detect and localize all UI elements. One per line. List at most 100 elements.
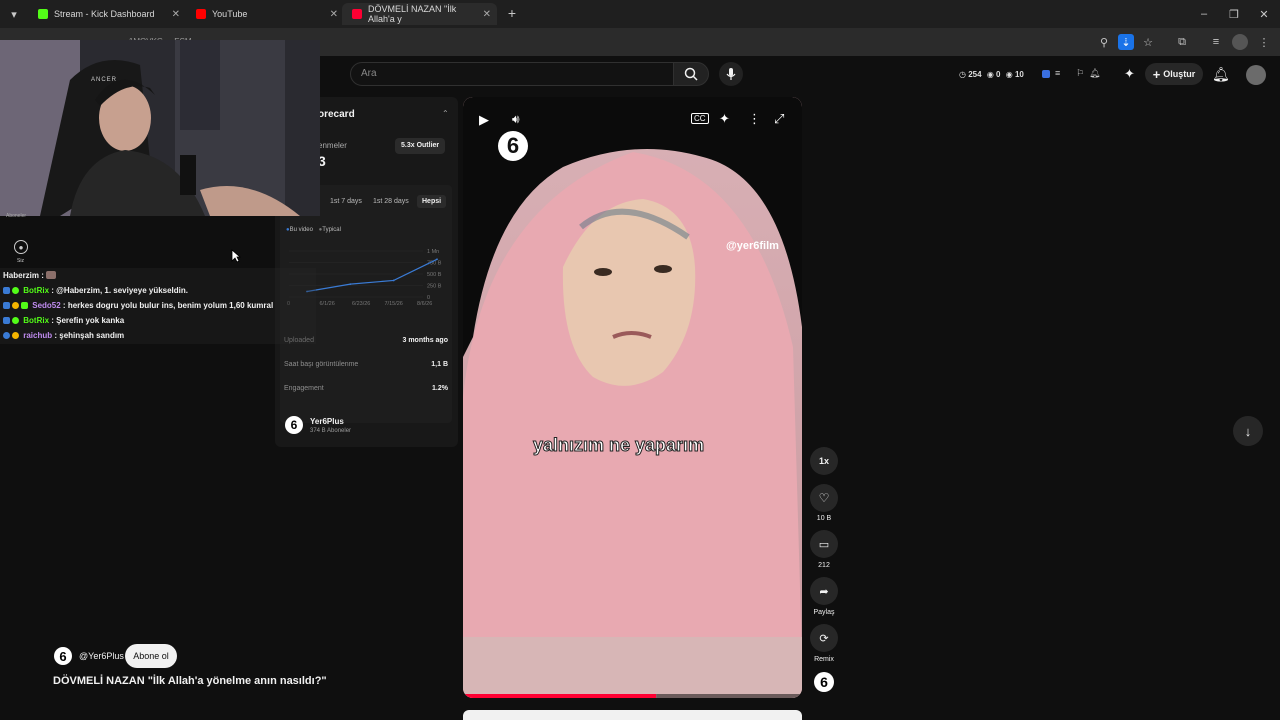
shorts-video-player[interactable]: ▶ 🔊︎ CC ✦ ⋮ ⤢ 6 @yer6film yalnızım ne ya… bbox=[463, 97, 802, 698]
x-tick-label: 8/6/26 bbox=[417, 301, 432, 307]
you-account-icon[interactable]: ● bbox=[14, 240, 28, 254]
chat-username: BotRix bbox=[23, 286, 50, 295]
close-icon[interactable]: ✕ bbox=[483, 9, 491, 20]
chat-text: Şerefin yok kanka bbox=[56, 316, 125, 325]
mouse-cursor-icon bbox=[231, 249, 241, 263]
channel-logo[interactable]: 6 bbox=[54, 647, 72, 665]
speed-label: 1x bbox=[818, 456, 829, 466]
y-tick-label: 500 B bbox=[427, 272, 442, 278]
chat-message: raichub : şehinşah sandım bbox=[3, 331, 124, 340]
media-control-icon[interactable]: ≡ bbox=[1208, 34, 1224, 50]
account-avatar[interactable] bbox=[1246, 65, 1266, 85]
play-icon[interactable]: ▶ bbox=[479, 112, 489, 128]
volume-icon[interactable]: 🔊︎ bbox=[512, 112, 520, 127]
eyes-stat: 10 bbox=[1014, 70, 1024, 79]
remix-icon: ⟳ bbox=[819, 632, 829, 645]
tab-title: YouTube bbox=[212, 9, 248, 19]
outlier-badge: 5.3x Outlier bbox=[395, 138, 446, 154]
close-icon[interactable]: ✕ bbox=[172, 9, 180, 20]
fullscreen-icon[interactable]: ⤢ bbox=[774, 111, 784, 127]
kick-icon bbox=[38, 9, 48, 19]
chat-text: şehinşah sandım bbox=[59, 331, 125, 340]
maximize-icon[interactable]: ❐ bbox=[1226, 6, 1242, 22]
range-tab-all[interactable]: Hepsi bbox=[417, 195, 447, 208]
bell-small-icon[interactable]: 🔔︎ bbox=[1089, 68, 1100, 79]
extensions-icon[interactable]: ⧉ bbox=[1174, 34, 1190, 50]
close-icon[interactable]: ✕ bbox=[330, 9, 338, 20]
captions-icon[interactable]: CC bbox=[691, 113, 709, 124]
browser-menu-icon[interactable]: ⋮ bbox=[1256, 34, 1272, 50]
share-button[interactable]: ➦ bbox=[810, 577, 838, 605]
tab-title: Stream - Kick Dashboard bbox=[54, 9, 155, 19]
profile-avatar[interactable] bbox=[1232, 34, 1248, 50]
notifications-icon[interactable]: 🔔︎ bbox=[1212, 66, 1230, 83]
plus-icon: + bbox=[1152, 66, 1161, 82]
panel-channel-logo[interactable]: 6 bbox=[285, 416, 303, 434]
subscriptions-caption: Aboneler bbox=[6, 213, 27, 219]
sound-channel-logo[interactable]: 6 bbox=[814, 672, 834, 692]
row-label: Saat başı görüntülenme bbox=[284, 361, 359, 368]
range-tab-28days[interactable]: 1st 28 days bbox=[373, 198, 409, 205]
header-stats: ◷ 254 ◉ 0 ◉ 10 bbox=[959, 70, 1024, 79]
you-label[interactable]: Siz bbox=[17, 258, 24, 264]
chat-username: Haberzim bbox=[3, 271, 40, 280]
eye-icon: ◉ bbox=[1005, 70, 1013, 79]
next-video-button[interactable]: ↓ bbox=[1233, 416, 1263, 446]
sparkle-icon[interactable]: ✦ bbox=[1124, 66, 1135, 82]
search-button[interactable] bbox=[673, 62, 709, 86]
chat-message: Sedo52 : herkes dogru yolu bulur ins, be… bbox=[3, 301, 273, 310]
extension-badge-icon[interactable] bbox=[1042, 70, 1050, 78]
like-button[interactable]: ♡ bbox=[810, 484, 838, 512]
more-options-icon[interactable]: ⋮ bbox=[748, 111, 761, 127]
list-icon[interactable]: ≡ bbox=[1055, 68, 1060, 78]
channel-handle[interactable]: @Yer6Plus bbox=[79, 651, 124, 661]
search-input[interactable]: Ara bbox=[350, 62, 674, 86]
sparkle-icon[interactable]: ✦ bbox=[719, 111, 730, 127]
views-label: enmeler bbox=[318, 141, 347, 150]
channel-watermark-logo: 6 bbox=[498, 131, 528, 161]
row-value: 1,1 B bbox=[431, 361, 448, 368]
collapse-chevron-icon[interactable]: ⌃ bbox=[442, 109, 449, 118]
range-tab-7days[interactable]: 1st 7 days bbox=[330, 198, 362, 205]
zoom-icon[interactable]: ⚲ bbox=[1096, 34, 1112, 50]
ribbon-icon[interactable]: ⚐ bbox=[1076, 68, 1084, 79]
tab-current-video[interactable]: DÖVMELİ NAZAN "İlk Allah'a y ✕ bbox=[342, 3, 497, 25]
badge-icon bbox=[3, 332, 10, 339]
remix-button[interactable]: ⟳ bbox=[810, 624, 838, 652]
bookmark-star-icon[interactable]: ☆ bbox=[1140, 34, 1156, 50]
new-tab-button[interactable]: + bbox=[504, 5, 520, 21]
subscribe-button[interactable]: Abone ol bbox=[125, 644, 177, 668]
voice-search-button[interactable] bbox=[719, 62, 743, 86]
minimize-icon[interactable]: – bbox=[1196, 6, 1212, 22]
webcam-feed bbox=[0, 40, 320, 216]
install-icon[interactable]: ⇣ bbox=[1118, 34, 1134, 50]
chat-message: Haberzim : bbox=[3, 271, 57, 280]
create-button[interactable]: + Oluştur bbox=[1145, 63, 1203, 85]
tab-search-icon[interactable]: ▾ bbox=[6, 6, 22, 22]
series-point bbox=[392, 279, 395, 282]
tab-title: DÖVMELİ NAZAN "İlk Allah'a y bbox=[368, 4, 457, 24]
chat-message: BotRix : Şerefin yok kanka bbox=[3, 316, 124, 325]
views-stat: 0 bbox=[996, 70, 1001, 79]
badge-icon bbox=[3, 317, 10, 324]
x-tick-label: 7/15/26 bbox=[385, 301, 403, 307]
comments-button[interactable]: ▭ bbox=[810, 530, 838, 558]
badge-icon bbox=[21, 302, 28, 309]
next-short-preview[interactable] bbox=[463, 710, 802, 720]
y-tick-label: 250 B bbox=[427, 284, 442, 290]
remix-label: Remix bbox=[814, 656, 834, 663]
legend: ●Bu video ●Typical bbox=[286, 227, 341, 233]
window-close-icon[interactable]: ✕ bbox=[1256, 6, 1272, 22]
panel-channel-name[interactable]: Yer6Plus bbox=[310, 417, 344, 426]
tab-youtube[interactable]: YouTube ✕ bbox=[186, 3, 338, 25]
clock-icon: ◷ bbox=[959, 70, 966, 79]
time-stat: 254 bbox=[968, 70, 982, 79]
tab-kick-dashboard[interactable]: Stream - Kick Dashboard ✕ bbox=[28, 3, 180, 25]
chat-username: Sedo52 bbox=[32, 301, 61, 310]
badge-icon bbox=[12, 317, 19, 324]
playback-speed-button[interactable]: 1x bbox=[810, 447, 838, 475]
youtube-icon bbox=[352, 9, 362, 19]
series-line-bu-video bbox=[306, 258, 438, 293]
badge-icon bbox=[12, 287, 19, 294]
y-tick-label: 1 Mn bbox=[427, 249, 439, 255]
